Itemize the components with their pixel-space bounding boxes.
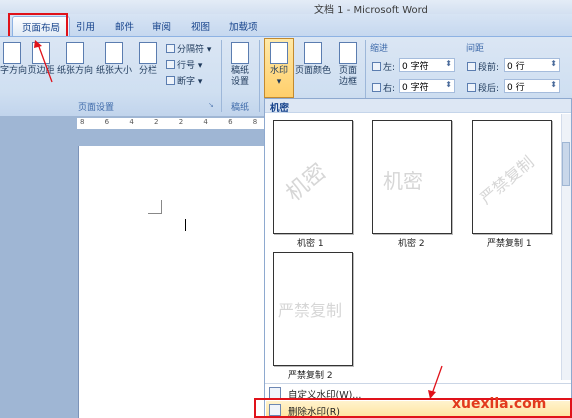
- hyphenation-button[interactable]: 断字 ▾: [166, 74, 202, 87]
- hyphenation-label: 断字: [177, 77, 196, 87]
- title-bar: 文档 1 - Microsoft Word: [0, 0, 572, 16]
- indent-left-icon: [372, 62, 381, 71]
- page-color-label: 页面颜色: [295, 66, 332, 76]
- indent-left-field[interactable]: 0 字符: [399, 58, 455, 72]
- watermark-option-label: 机密 1: [297, 239, 324, 249]
- columns-icon: [139, 42, 157, 64]
- watermark-option-label: 严禁复制 2: [288, 371, 333, 381]
- columns-button[interactable]: 分栏: [137, 42, 159, 77]
- page-size-icon: [105, 42, 123, 64]
- line-numbers-button[interactable]: 行号 ▾: [166, 58, 202, 71]
- text-direction-label: 字方向: [0, 66, 28, 76]
- draft-settings-label: 稿纸 设置: [230, 66, 249, 87]
- tab-review[interactable]: 审阅: [152, 19, 171, 33]
- watermark-preview-text: 严禁复制: [476, 152, 538, 209]
- tab-add-ins[interactable]: 加载项: [229, 19, 258, 33]
- site-watermark: xuexila.com: [452, 396, 547, 412]
- spacing-label: 间距: [466, 44, 485, 54]
- spacing-after-icon: [467, 83, 476, 92]
- gallery-section-title: 机密: [270, 103, 290, 114]
- spacing-before-label: 段前:: [467, 60, 499, 73]
- text-cursor: [185, 219, 186, 231]
- breaks-label: 分隔符: [177, 45, 205, 55]
- indent-label: 缩进: [370, 44, 389, 54]
- page-setup-group-label: 页面设置: [78, 103, 115, 113]
- spacing-after-field[interactable]: 0 行: [504, 79, 560, 93]
- orientation-label: 纸张方向: [57, 66, 94, 76]
- page-borders-button[interactable]: 页面 边框: [334, 42, 362, 88]
- chevron-down-icon: ▾: [276, 77, 282, 87]
- margins-button[interactable]: 页边距: [27, 42, 55, 77]
- tab-mailings[interactable]: 邮件: [115, 19, 134, 33]
- watermark-option-confidential-1[interactable]: 机密: [273, 120, 353, 234]
- page-size-button[interactable]: 纸张大小: [96, 42, 132, 77]
- watermark-preview-text: 机密: [383, 169, 423, 193]
- draft-paper-icon: [231, 42, 249, 64]
- indent-right-field[interactable]: 0 字符: [399, 79, 455, 93]
- group-divider: [221, 40, 222, 112]
- page-borders-icon: [339, 42, 357, 64]
- hyphenation-icon: [166, 76, 175, 85]
- indent-left-label: 左:: [372, 60, 395, 73]
- gallery-section-header: 机密: [265, 99, 571, 114]
- watermark-option-label: 严禁复制 1: [487, 239, 532, 249]
- watermark-preview-text: 机密: [281, 159, 332, 207]
- page-color-icon: [304, 42, 322, 64]
- watermark-option-label: 机密 2: [398, 239, 425, 249]
- watermark-label: 水印: [269, 66, 288, 76]
- document-page[interactable]: [78, 146, 266, 418]
- line-numbers-icon: [166, 60, 175, 69]
- watermark-icon: [270, 42, 288, 64]
- columns-label: 分栏: [138, 66, 157, 76]
- tab-references[interactable]: 引用: [76, 19, 95, 33]
- gallery-scroll-thumb[interactable]: [562, 142, 570, 186]
- watermark-option-confidential-2[interactable]: 机密: [372, 120, 452, 234]
- ruler-numbers: 8 6 4 2 2 4 6 8: [80, 118, 267, 126]
- line-numbers-label: 行号: [177, 61, 196, 71]
- watermark-option-do-not-copy-2[interactable]: 严禁复制: [273, 252, 353, 366]
- spacing-after-label: 段后:: [467, 81, 499, 94]
- text-direction-icon: [3, 42, 21, 64]
- page-borders-label: 页面 边框: [338, 66, 357, 87]
- margin-corner-mark: [148, 200, 162, 214]
- orientation-icon: [66, 42, 84, 64]
- page-color-button[interactable]: 页面颜色: [295, 42, 331, 77]
- margins-icon: [32, 42, 50, 64]
- text-direction-button[interactable]: 字方向: [0, 42, 28, 77]
- tab-view[interactable]: 视图: [191, 19, 210, 33]
- spacing-before-field[interactable]: 0 行: [504, 58, 560, 72]
- spacing-before-icon: [467, 62, 476, 71]
- group-divider: [259, 40, 260, 112]
- indent-right-label: 右:: [372, 81, 395, 94]
- watermark-button[interactable]: 水印 ▾: [265, 42, 293, 88]
- indent-right-icon: [372, 83, 381, 92]
- breaks-button[interactable]: 分隔符 ▾: [166, 42, 211, 55]
- page-size-label: 纸张大小: [96, 66, 133, 76]
- draft-group-label: 稿纸: [231, 103, 250, 113]
- watermark-option-do-not-copy-1[interactable]: 严禁复制: [472, 120, 552, 234]
- margins-label: 页边距: [27, 66, 55, 76]
- draft-settings-button[interactable]: 稿纸 设置: [226, 42, 254, 88]
- orientation-button[interactable]: 纸张方向: [57, 42, 93, 77]
- breaks-icon: [166, 44, 175, 53]
- watermark-preview-text: 严禁复制: [278, 301, 343, 320]
- dialog-launcher-icon[interactable]: ↘: [208, 101, 214, 109]
- ribbon-tab-bar: 页面布局 引用 邮件 审阅 视图 加载项: [0, 14, 572, 37]
